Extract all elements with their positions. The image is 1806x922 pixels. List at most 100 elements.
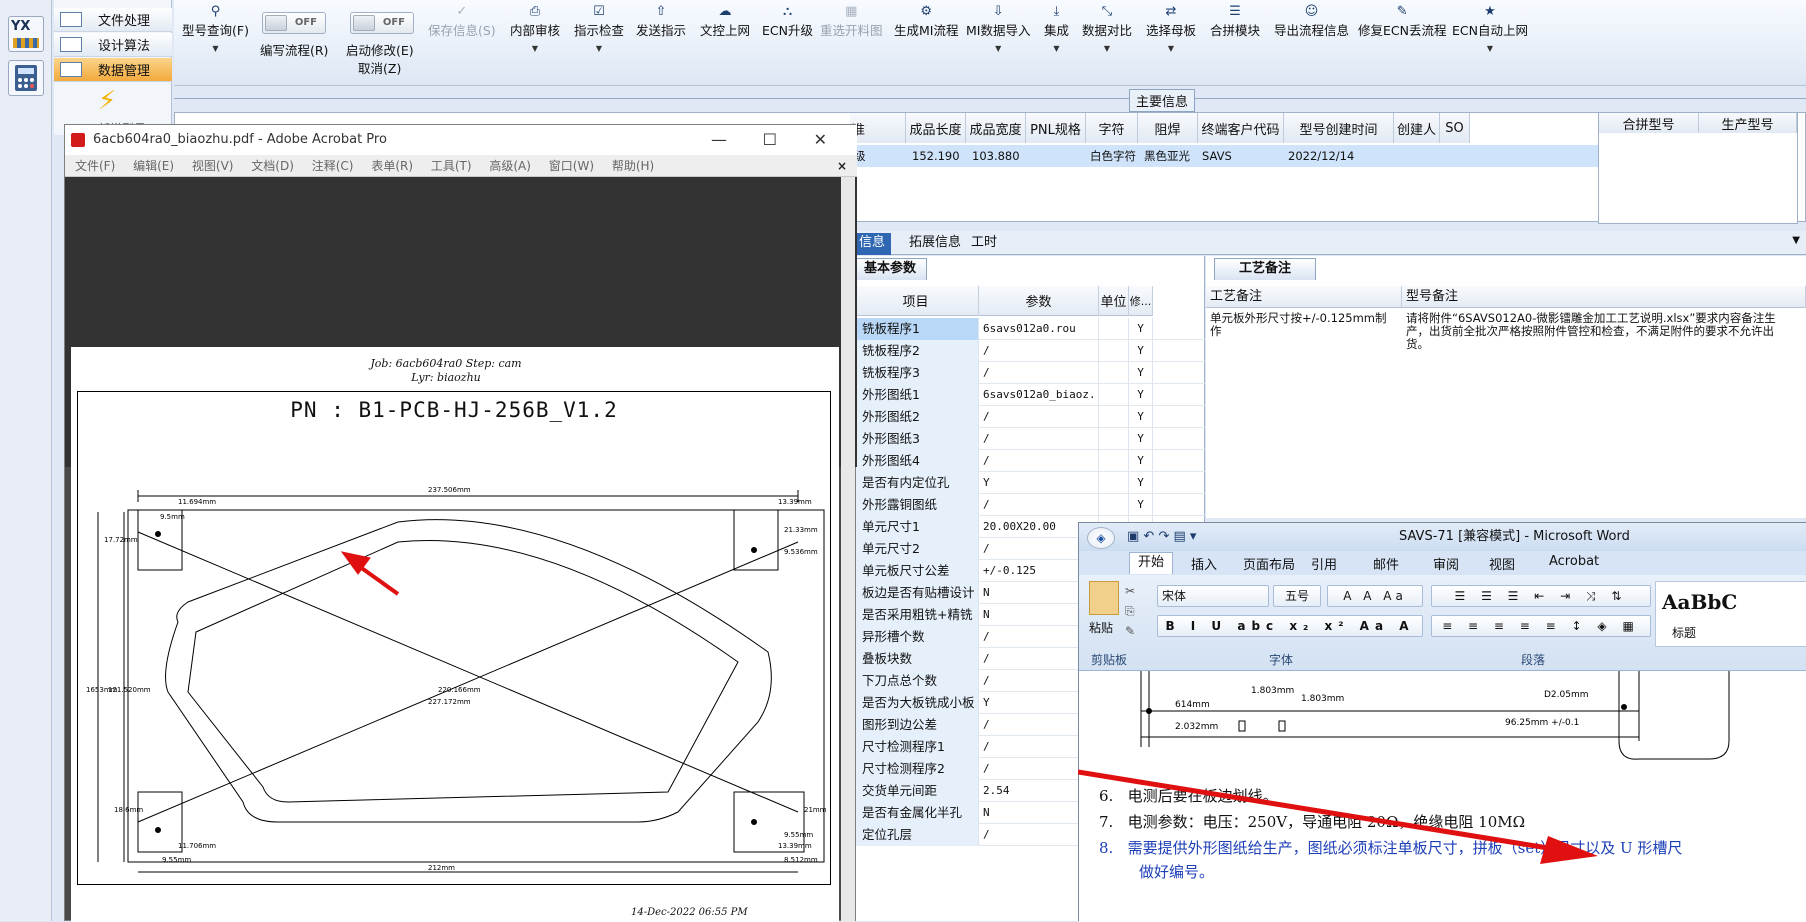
tab-review[interactable]: 审阅 (1433, 554, 1459, 573)
font-format-buttons[interactable]: B I U abc x₂ x² Aa A (1157, 615, 1423, 637)
process-notes-tab[interactable]: 工艺备注 (1214, 258, 1317, 280)
menu-edit[interactable]: 编辑(E) (133, 159, 174, 173)
grid-header[interactable]: SO (1440, 113, 1470, 143)
font-name-select[interactable]: 宋体 (1157, 585, 1269, 607)
param-value[interactable]: / (979, 406, 1099, 428)
tab-info[interactable]: 信息 (853, 233, 892, 255)
menu-comments[interactable]: 注释(C) (312, 159, 354, 173)
scrollbar[interactable] (841, 177, 855, 922)
quick-access-icons[interactable]: ▣ ↶ ↷ ▤ ▾ (1127, 523, 1196, 551)
param-value[interactable]: / (979, 362, 1099, 384)
menu-help[interactable]: 帮助(H) (612, 159, 654, 173)
param-value[interactable]: 6savs012a0.rou (979, 318, 1099, 340)
table-row[interactable]: 外形图纸4/ Y (853, 450, 1205, 472)
generate-mi-flow-button[interactable]: ⚙ 生成MI流程 (894, 4, 958, 39)
tab-page-layout[interactable]: 页面布局 (1243, 554, 1295, 573)
grid-header[interactable]: 终端客户代码 (1198, 113, 1284, 143)
menu-advanced[interactable]: 高级(A) (489, 159, 531, 173)
tab-work-hours[interactable]: 工时 (965, 233, 1003, 255)
maximize-icon[interactable]: ☐ (763, 125, 777, 155)
table-row[interactable]: 外形图纸2/ Y (853, 406, 1205, 428)
grid-header[interactable]: 准 (850, 113, 906, 143)
ecn-upgrade-button[interactable]: ⛬ ECN升级 (762, 4, 813, 39)
reselect-cutting-button[interactable]: ▦ 重选开料图 (820, 4, 883, 39)
instruction-check-button[interactable]: ☑ 指示检查 ▼ (574, 4, 624, 53)
nav-item-design-algorithm[interactable]: 设计算法 (54, 33, 172, 57)
basic-params-tab[interactable]: 基本参数 (853, 258, 928, 280)
table-row[interactable]: 外形露铜图纸 / Y (853, 494, 1205, 516)
grid-header[interactable]: 创建人 (1394, 113, 1440, 143)
minimize-icon[interactable]: — (711, 125, 727, 155)
list-buttons[interactable]: ☰ ☰ ☰ ⇤ ⇥ ⤨ ⇅ (1431, 585, 1651, 607)
table-row[interactable]: 是否有内定位孔 Y Y (853, 472, 1205, 494)
grid-header[interactable]: 成品宽度 (966, 113, 1026, 143)
params-header[interactable]: 项目 (853, 286, 979, 316)
data-compare-button[interactable]: ⤡ 数据对比 ▼ (1082, 4, 1132, 53)
cancel-label[interactable]: 取消(Z) (358, 58, 401, 77)
font-size-select[interactable]: 五号 (1273, 585, 1321, 607)
paste-button[interactable]: 粘贴 (1089, 619, 1113, 636)
grid-header[interactable]: PNL规格 (1026, 113, 1086, 143)
integrate-button[interactable]: ⤓ 集成 ▼ (1044, 4, 1069, 53)
grid-header[interactable]: 字符 (1086, 113, 1138, 143)
grid-header[interactable]: 型号创建时间 (1284, 113, 1394, 143)
tab-acrobat[interactable]: Acrobat (1549, 554, 1599, 569)
app-logo-icon[interactable]: YX (8, 16, 44, 52)
menu-file[interactable]: 文件(F) (75, 159, 115, 173)
repair-ecn-button[interactable]: ✎ 修复ECN丢流程 (1358, 4, 1446, 39)
menu-tools[interactable]: 工具(T) (431, 159, 472, 173)
enable-edit-toggle[interactable]: OFF (350, 12, 414, 34)
nav-item-file-processing[interactable]: 文件处理 (54, 8, 172, 32)
scissors-icon[interactable]: ✂ ⎘ ✎ (1125, 581, 1135, 641)
export-flow-info-button[interactable]: ☺ 导出流程信息 (1274, 4, 1349, 39)
mi-data-import-button[interactable]: ⇩ MI数据导入 ▼ (966, 4, 1030, 53)
param-value[interactable]: / (979, 428, 1099, 450)
table-row[interactable]: 外形图纸1 6savs012a0_biaoz... Y (853, 384, 1205, 406)
paragraph-buttons[interactable]: ≡ ≡ ≡ ≡ ≡ ↕ ◈ ▦ (1431, 615, 1651, 637)
tab-home[interactable]: 开始 (1129, 552, 1174, 574)
merge-module-button[interactable]: ☰ 合拼模块 (1210, 4, 1260, 39)
process-note-text[interactable]: 单元板外形尺寸按+/-0.125mm制作 (1210, 312, 1390, 338)
menu-forms[interactable]: 表单(R) (371, 159, 413, 173)
ecn-auto-online-button[interactable]: ★ ECN自动上网 ▼ (1452, 4, 1528, 53)
menu-document[interactable]: 文档(D) (251, 159, 294, 173)
table-row[interactable]: 铣板程序1 6savs012a0.rou Y (853, 318, 1205, 340)
model-note-text[interactable]: 请将附件“6SAVS012A0-微影镭雕金加工工艺说明.xlsx”要求内容备注生… (1406, 312, 1796, 351)
tab-view[interactable]: 视图 (1489, 554, 1515, 573)
param-value[interactable]: / (979, 494, 1099, 516)
params-header[interactable]: 单位 (1099, 286, 1129, 316)
param-value[interactable]: / (979, 340, 1099, 362)
model-query-button[interactable]: ⚲ 型号查询(F) ▼ (182, 4, 249, 53)
calculator-icon[interactable] (8, 60, 44, 96)
write-flow-toggle[interactable]: OFF (262, 12, 326, 34)
param-value[interactable]: / (979, 450, 1099, 472)
font-grow-shrink[interactable]: A A Aa (1327, 585, 1423, 607)
select-motherboard-button[interactable]: ⇄ 选择母板 ▼ (1146, 4, 1196, 53)
menu-view[interactable]: 视图(V) (192, 159, 234, 173)
tab-references[interactable]: 引用 (1311, 554, 1337, 573)
chevron-down-icon[interactable]: ▼ (1792, 235, 1800, 246)
grid-header[interactable]: 生产型号 (1699, 113, 1797, 133)
doc-control-online-button[interactable]: ☁ 文控上网 (700, 4, 750, 39)
close-icon[interactable]: ✕ (814, 125, 827, 155)
params-header[interactable]: 修... (1129, 286, 1153, 316)
internal-review-button[interactable]: ⎙ 内部审核 ▼ (510, 4, 560, 53)
menu-window[interactable]: 窗口(W) (549, 159, 594, 173)
tab-mailings[interactable]: 邮件 (1373, 554, 1399, 573)
grid-header[interactable]: 合拼型号 (1599, 113, 1699, 133)
close-doc-icon[interactable]: × (837, 155, 847, 177)
send-instruction-button[interactable]: ⇧ 发送指示 (636, 4, 686, 39)
table-row[interactable]: 外形图纸3/ Y (853, 428, 1205, 450)
param-value[interactable]: Y (979, 472, 1099, 494)
tab-extended-info[interactable]: 拓展信息 (903, 233, 967, 255)
table-row[interactable]: 铣板程序3/ Y (853, 362, 1205, 384)
save-info-button[interactable]: ✓ 保存信息(S) (428, 4, 496, 39)
nav-item-data-management[interactable]: 数据管理 (54, 58, 172, 82)
style-gallery[interactable]: AaBbC 标题 (1655, 581, 1806, 647)
tab-insert[interactable]: 插入 (1191, 554, 1217, 573)
grid-header[interactable]: 成品长度 (906, 113, 966, 143)
params-header[interactable]: 参数 (979, 286, 1099, 316)
grid-header[interactable]: 阻焊 (1138, 113, 1198, 143)
param-value[interactable]: 6savs012a0_biaoz... (979, 384, 1099, 406)
office-button-icon[interactable]: ◈ (1087, 527, 1115, 549)
